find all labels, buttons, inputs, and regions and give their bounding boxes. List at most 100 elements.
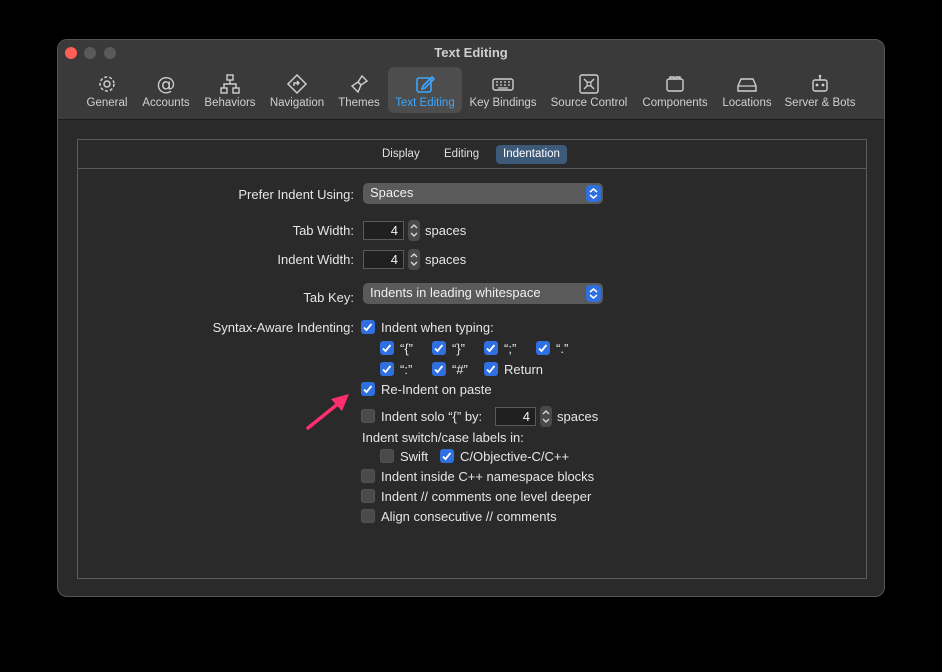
tab-width-label: Tab Width: [292,223,354,238]
toolbar-label: Navigation [269,97,325,109]
toolbar-item-accounts[interactable]: @ Accounts [139,67,193,113]
robot-icon [812,74,828,92]
indent-solo-checkbox[interactable] [361,409,375,423]
components-icon [666,76,684,92]
tab-width-field[interactable]: 4 [363,221,404,240]
indent-when-typing-checkbox[interactable] [361,320,375,334]
checkmark-icon [363,385,373,394]
char-close-brace-checkbox[interactable] [432,341,446,355]
swift-checkbox[interactable] [380,449,394,463]
char-close-brace-label: “}” [452,341,465,356]
indent-width-unit: spaces [425,252,467,267]
cpp-namespace-checkbox[interactable] [361,469,375,483]
align-comments-label: Align consecutive // comments [381,509,557,524]
indent-width-field[interactable]: 4 [363,250,404,269]
toolbar-item-source-control[interactable]: Source Control [547,67,631,113]
toolbar-item-components[interactable]: Components [638,67,712,113]
indent-solo-stepper[interactable] [540,406,552,427]
prefer-indent-value: Spaces [370,185,414,200]
tab-indentation[interactable]: Indentation [496,145,567,164]
popup-chevron-icon [586,185,601,202]
char-period-label: “.” [556,341,569,356]
checkmark-icon [382,365,392,374]
checkmark-icon [538,344,548,353]
tab-key-popup[interactable]: Indents in leading whitespace [363,283,603,304]
tab-width-unit: spaces [425,223,467,238]
tab-key-label: Tab Key: [303,290,354,305]
prefer-indent-popup[interactable]: Spaces [363,183,603,204]
char-colon-label: “:” [400,362,413,377]
stepper-arrows-icon [410,253,418,266]
tab-width-stepper[interactable] [408,220,420,241]
objc-checkbox[interactable] [440,449,454,463]
char-return-label: Return [504,362,544,377]
checkmark-icon [434,365,444,374]
char-open-brace-checkbox[interactable] [380,341,394,355]
toolbar-label: Key Bindings [469,97,537,109]
indent-width-label: Indent Width: [277,252,354,267]
edit-icon [416,75,436,93]
toolbar-label: Behaviors [204,97,256,109]
tab-editing[interactable]: Editing [437,145,486,164]
popup-chevron-icon [586,285,601,302]
svg-text:@: @ [157,73,176,95]
checkmark-icon [363,323,373,332]
indent-width-stepper[interactable] [408,249,420,270]
tab-display[interactable]: Display [375,145,427,164]
tab-width-value: 4 [390,223,398,238]
indent-solo-unit: spaces [557,409,599,424]
checkmark-icon [434,344,444,353]
hierarchy-icon [220,74,240,94]
toolbar-item-navigation[interactable]: Navigation [266,67,328,113]
cpp-namespace-label: Indent inside C++ namespace blocks [381,469,595,484]
toolbar-item-text-editing[interactable]: Text Editing [388,67,462,113]
char-colon-checkbox[interactable] [380,362,394,376]
align-comments-checkbox[interactable] [361,509,375,523]
comments-deeper-label: Indent // comments one level deeper [381,489,592,504]
checkmark-icon [442,452,452,461]
toolbar-item-behaviors[interactable]: Behaviors [201,67,259,113]
toolbar-label: Accounts [142,97,190,109]
checkmark-icon [382,344,392,353]
toolbar-item-locations[interactable]: Locations [719,67,775,113]
reindent-paste-label: Re-Indent on paste [381,382,492,397]
swift-label: Swift [400,449,429,464]
char-return-checkbox[interactable] [484,362,498,376]
char-hash-label: “#” [452,362,468,377]
navigation-icon [286,73,308,95]
toolbar-label: General [86,97,128,109]
char-open-brace-label: “{” [400,341,413,356]
char-hash-checkbox[interactable] [432,362,446,376]
char-period-checkbox[interactable] [536,341,550,355]
toolbar-label: Themes [338,97,380,109]
indent-when-typing-label: Indent when typing: [381,320,494,335]
toolbar-item-general[interactable]: General [84,67,130,113]
tab-key-value: Indents in leading whitespace [370,285,541,300]
reindent-paste-checkbox[interactable] [361,382,375,396]
drive-icon [737,78,757,92]
char-semicolon-label: “;” [504,341,517,356]
window-title: Text Editing [434,45,508,60]
comments-deeper-checkbox[interactable] [361,489,375,503]
prefer-indent-label: Prefer Indent Using: [238,187,354,202]
brush-icon [350,74,369,94]
toolbar-label: Locations [722,97,772,109]
gear-icon [99,76,115,92]
objc-label: C/Objective-C/C++ [460,449,570,464]
keyboard-icon [492,78,514,91]
annotation-arrow-icon [306,394,349,430]
toolbar-item-key-bindings[interactable]: Key Bindings [466,67,540,113]
indent-solo-field[interactable]: 4 [495,407,536,426]
toolbar-label: Source Control [550,97,628,109]
syntax-aware-label: Syntax-Aware Indenting: [212,320,354,335]
toolbar-label: Server & Bots [784,97,856,109]
indent-solo-label: Indent solo “{” by: [381,409,483,424]
title-bar: Text Editing General @ Accounts Behavior… [58,40,884,120]
switch-case-label: Indent switch/case labels in: [362,430,524,445]
stepper-arrows-icon [542,410,550,423]
toolbar-item-themes[interactable]: Themes [335,67,383,113]
char-semicolon-checkbox[interactable] [484,341,498,355]
toolbar-item-server-bots[interactable]: Server & Bots [782,67,858,113]
indent-solo-value: 4 [522,409,530,424]
indent-width-value: 4 [390,252,398,267]
